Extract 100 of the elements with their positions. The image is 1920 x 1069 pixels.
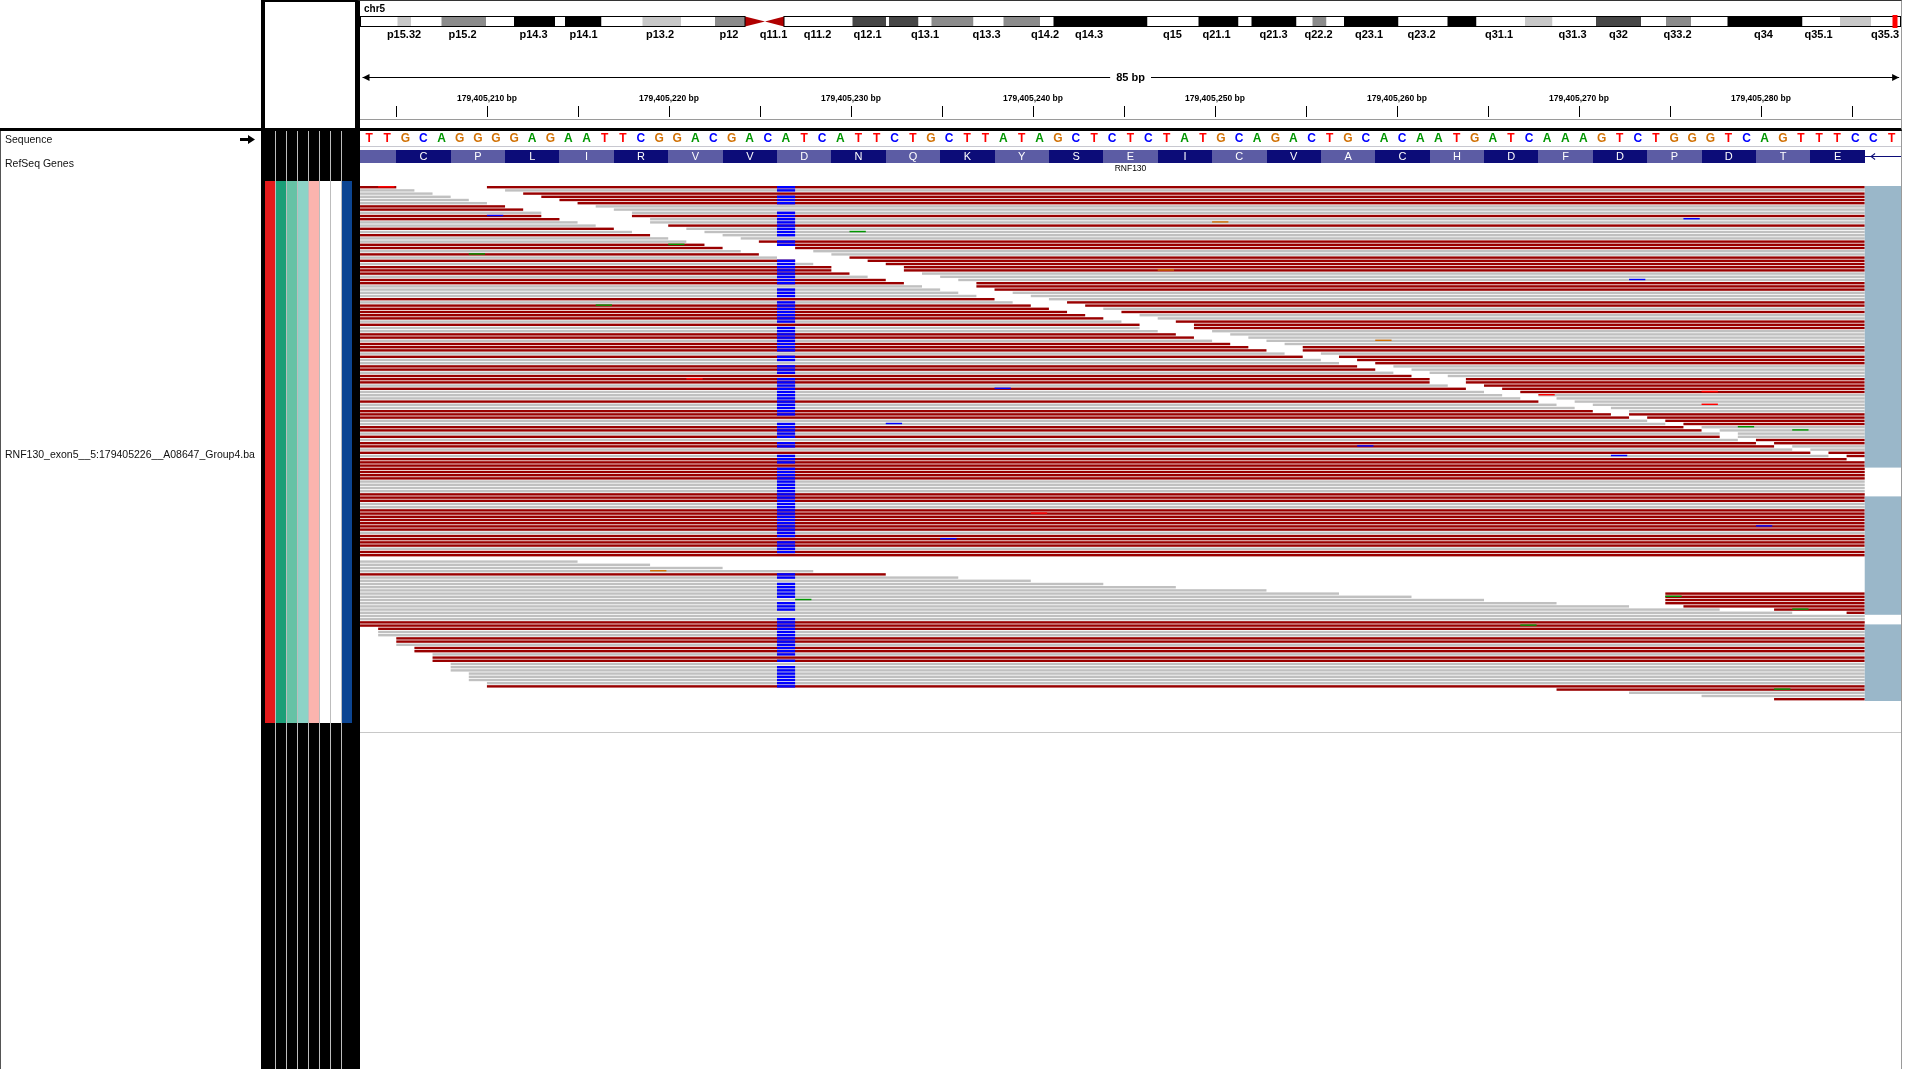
sequence-base: T <box>1724 132 1733 145</box>
sequence-base: G <box>1705 132 1715 145</box>
ruler-tick-label: 179,405,260 bp <box>1367 93 1427 104</box>
sequence-base: T <box>872 132 881 145</box>
sequence-base: C <box>944 132 954 145</box>
sequence-base: C <box>1107 132 1117 145</box>
track-name[interactable]: RefSeq Genes <box>5 157 74 169</box>
ruler-tick-label: 179,405,220 bp <box>639 93 699 104</box>
band-label: p15.32 <box>386 28 422 40</box>
sequence-base: C <box>1524 132 1534 145</box>
sequence-base: C <box>1071 132 1081 145</box>
gene-name: RNF130 <box>1114 163 1147 173</box>
sequence-base: A <box>745 132 754 145</box>
ruler-tick-label: 179,405,280 bp <box>1731 93 1791 104</box>
amino-acid: C <box>1375 150 1430 163</box>
sequence-base: G <box>400 132 410 145</box>
sequence-base: T <box>619 132 627 145</box>
sequence-base: G <box>1470 132 1480 145</box>
sequence-base: T <box>854 132 863 145</box>
sequence-base: T <box>1507 132 1515 145</box>
sequence-base: T <box>1017 132 1026 145</box>
sequence-base: G <box>1216 132 1226 145</box>
sequence-base: T <box>1162 132 1171 145</box>
sequence-base: G <box>455 132 465 145</box>
sequence-base: T <box>800 132 808 145</box>
amino-acid: N <box>831 150 886 163</box>
sequence-base: C <box>1742 132 1751 145</box>
sequence-base: A <box>1379 132 1389 145</box>
sequence-base: G <box>1270 132 1280 145</box>
sequence-base: C <box>419 132 428 145</box>
band-label: q21.3 <box>1259 28 1288 40</box>
amino-acid: H <box>1429 150 1485 163</box>
sequence-base: T <box>383 132 391 145</box>
amino-acid: A <box>1320 150 1376 163</box>
band-label: q11.2 <box>803 28 832 40</box>
sequence-base: A <box>1415 132 1425 145</box>
sequence-base: C <box>763 132 773 145</box>
right-arrow-icon[interactable] <box>240 134 255 144</box>
band-label: q34 <box>1754 28 1773 40</box>
span-label: 85 bp <box>1116 71 1145 83</box>
sequence-base: G <box>545 132 555 145</box>
sequence-base: C <box>1633 132 1643 145</box>
band-label: q12.1 <box>853 28 882 40</box>
sequence-base: A <box>1488 132 1498 145</box>
track-name[interactable]: RNF130_exon5__5:179405226__A08647_Group4.ba <box>5 448 255 460</box>
sequence-base: T <box>1616 132 1624 145</box>
sequence-base: A <box>1760 132 1769 145</box>
band-label: q15 <box>1163 28 1182 40</box>
amino-acid: S <box>1048 150 1104 163</box>
sequence-base: T <box>963 132 971 145</box>
amino-acid: D <box>777 150 832 163</box>
sequence-base: T <box>1452 132 1461 145</box>
sequence-base: A <box>1289 132 1298 145</box>
ruler-tick-label: 179,405,270 bp <box>1549 93 1609 104</box>
sequence-base: A <box>527 132 537 145</box>
sequence-base: A <box>690 132 700 145</box>
band-label: q13.1 <box>910 28 940 40</box>
band-label: p13.2 <box>645 28 675 40</box>
band-label: q35.1 <box>1804 28 1833 40</box>
amino-acid: D <box>1484 150 1539 163</box>
sequence-base: T <box>1199 132 1207 145</box>
band-label: q35.3 <box>1870 28 1900 40</box>
ruler-tick-label: 179,405,250 bp <box>1185 93 1245 104</box>
amino-acid: Y <box>994 150 1049 163</box>
band-label: q31.3 <box>1558 28 1587 40</box>
amino-acid: V <box>722 150 777 163</box>
sequence-base: A <box>1434 132 1443 145</box>
sequence-base: G <box>1053 132 1063 145</box>
amino-acid: E <box>1810 150 1865 163</box>
amino-acid: P <box>1647 150 1702 163</box>
ruler-tick-label: 179,405,230 bp <box>821 93 881 104</box>
sequence-base: T <box>1126 132 1134 145</box>
sequence-base: C <box>890 132 899 145</box>
track-name[interactable]: Sequence <box>5 133 53 145</box>
amino-acid: C <box>396 150 451 163</box>
sequence-base: T <box>1652 132 1660 145</box>
band-label: q23.1 <box>1354 28 1384 40</box>
amino-acid: K <box>940 150 995 163</box>
sequence-base: A <box>999 132 1008 145</box>
amino-acid: D <box>1701 150 1757 163</box>
exon-segment <box>360 150 397 163</box>
sequence-base: G <box>654 132 664 145</box>
sequence-base: T <box>1815 132 1823 145</box>
band-label: p12 <box>719 28 739 40</box>
band-label: q13.3 <box>972 28 1001 40</box>
sequence-base: G <box>1687 132 1697 145</box>
sequence-base: G <box>1343 132 1353 145</box>
sequence-base: A <box>1542 132 1552 145</box>
sequence-base: A <box>1579 132 1588 145</box>
band-label: p14.3 <box>519 28 548 40</box>
band-label: q32 <box>1609 28 1628 40</box>
amino-acid: T <box>1756 150 1811 163</box>
sequence-base: G <box>1778 132 1788 145</box>
ruler-tick-label: 179,405,210 bp <box>457 93 517 104</box>
sequence-base: A <box>1180 132 1189 145</box>
sequence-base: C <box>709 132 718 145</box>
sequence-base: C <box>1397 132 1407 145</box>
sequence-base: T <box>1090 132 1098 145</box>
sequence-base: G <box>1669 132 1679 145</box>
amino-acid: V <box>668 150 723 163</box>
